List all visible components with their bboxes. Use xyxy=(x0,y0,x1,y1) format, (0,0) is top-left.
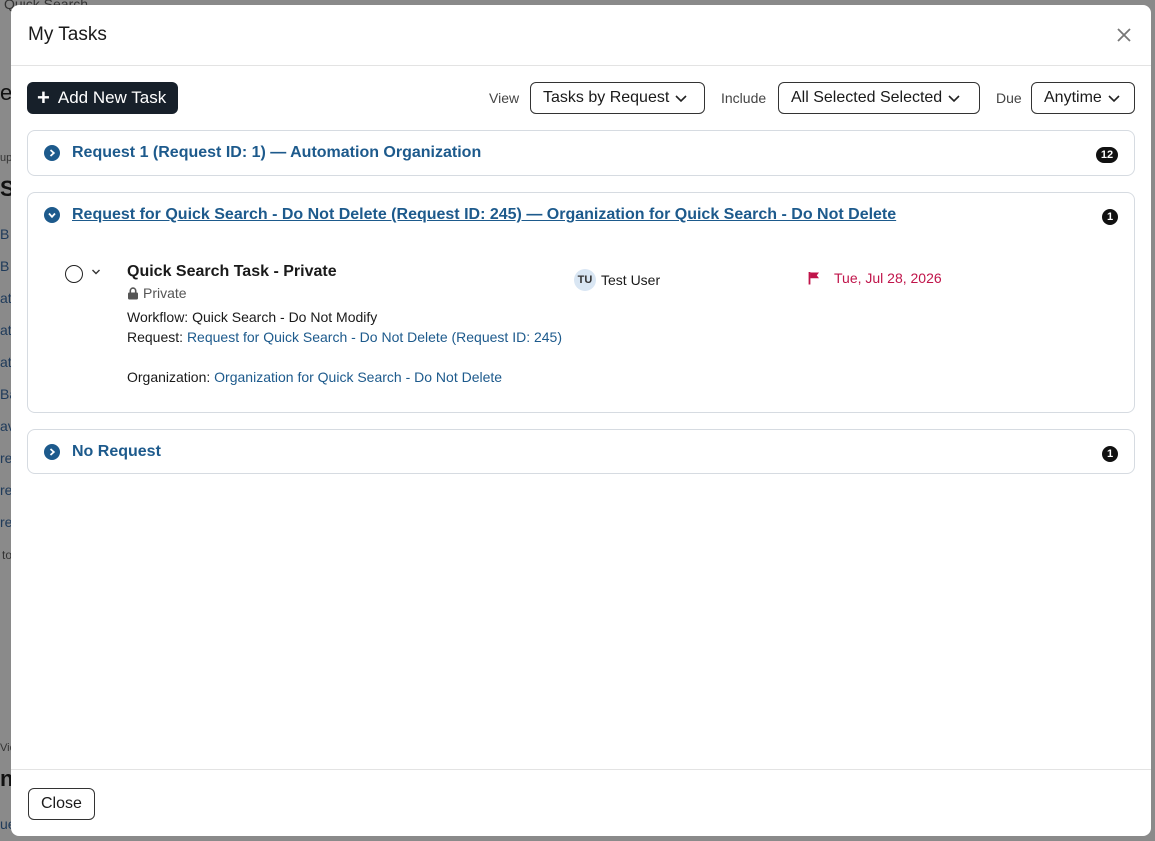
request-line: Request: Request for Quick Search - Do N… xyxy=(127,327,563,347)
request-group-title[interactable]: Request for Quick Search - Do Not Delete… xyxy=(72,206,896,224)
chevron-down-icon xyxy=(948,95,960,103)
add-new-task-label: Add New Task xyxy=(57,88,167,107)
due-date-text: Tue, Jul 28, 2026 xyxy=(834,270,942,286)
request-group-header[interactable]: No Request xyxy=(44,443,1118,461)
request-group-title: Request 1 (Request ID: 1) — Automation O… xyxy=(72,144,482,161)
plus-icon: + xyxy=(37,85,50,110)
bg-text: B xyxy=(0,258,10,274)
bg-text: at xyxy=(0,354,12,370)
bg-text: at xyxy=(0,322,12,338)
chevron-down-icon[interactable] xyxy=(91,267,101,277)
task-toolbar: + Add New Task View Tasks by Request Inc… xyxy=(27,82,1135,115)
due-select[interactable]: Anytime xyxy=(1031,82,1135,114)
request-group-header[interactable]: Request 1 (Request ID: 1) — Automation O… xyxy=(44,144,1118,162)
avatar: TU xyxy=(574,269,596,291)
due-label: Due xyxy=(996,90,1022,106)
request-group-title: No Request xyxy=(72,443,161,460)
my-tasks-dialog: My Tasks + Add New Task View Tasks by Re… xyxy=(11,5,1151,836)
request-group: Request 1 (Request ID: 1) — Automation O… xyxy=(27,130,1135,176)
dialog-footer: Close xyxy=(11,769,1151,836)
chevron-right-icon xyxy=(44,145,60,161)
complete-task-radio[interactable] xyxy=(65,265,83,283)
request-group: No Request 1 xyxy=(27,429,1135,474)
request-label: Request: xyxy=(127,329,184,345)
task-count-badge: 12 xyxy=(1096,147,1118,163)
lock-icon xyxy=(128,286,138,299)
include-select[interactable]: All Selected Selected xyxy=(778,82,980,114)
flag-icon xyxy=(808,272,819,285)
organization-label: Organization: xyxy=(127,369,211,385)
close-icon[interactable] xyxy=(1113,24,1135,46)
task-row: Quick Search Task - Private Private Work… xyxy=(64,253,1114,393)
workflow-line: Workflow: Quick Search - Do Not Modify xyxy=(127,307,567,327)
request-link[interactable]: Request for Quick Search - Do Not Delete… xyxy=(187,329,562,345)
assignee-name: Test User xyxy=(601,272,661,288)
due-date: Tue, Jul 28, 2026 xyxy=(808,270,942,286)
request-group-header[interactable]: Request for Quick Search - Do Not Delete… xyxy=(44,206,1118,224)
include-select-value: All Selected Selected xyxy=(791,89,943,106)
organization-line: Organization: Organization for Quick Sea… xyxy=(127,367,567,387)
bg-text: at xyxy=(0,290,12,306)
chevron-down-icon xyxy=(1108,95,1120,103)
dialog-title: My Tasks xyxy=(28,24,107,45)
task-name[interactable]: Quick Search Task - Private xyxy=(127,263,337,281)
task-count-badge: 1 xyxy=(1102,446,1118,462)
bg-text: B xyxy=(0,226,10,242)
chevron-down-icon xyxy=(44,207,60,223)
close-button[interactable]: Close xyxy=(28,788,95,820)
assignee: TU Test User xyxy=(574,269,660,291)
add-new-task-button[interactable]: + Add New Task xyxy=(27,82,179,114)
privacy-label: Private xyxy=(143,285,187,301)
view-label: View xyxy=(489,90,520,106)
view-select-value: Tasks by Request xyxy=(543,89,670,106)
chevron-right-icon xyxy=(44,444,60,460)
chevron-down-icon xyxy=(675,95,687,103)
view-select[interactable]: Tasks by Request xyxy=(530,82,705,114)
organization-link[interactable]: Organization for Quick Search - Do Not D… xyxy=(214,369,502,385)
dialog-header: My Tasks xyxy=(11,5,1151,66)
privacy-indicator: Private xyxy=(127,285,187,301)
due-select-value: Anytime xyxy=(1044,89,1102,106)
include-label: Include xyxy=(721,90,767,106)
task-count-badge: 1 xyxy=(1102,209,1118,225)
workflow-label: Workflow: xyxy=(127,309,189,325)
request-group: Request for Quick Search - Do Not Delete… xyxy=(27,192,1135,413)
workflow-value: Quick Search - Do Not Modify xyxy=(192,309,378,325)
